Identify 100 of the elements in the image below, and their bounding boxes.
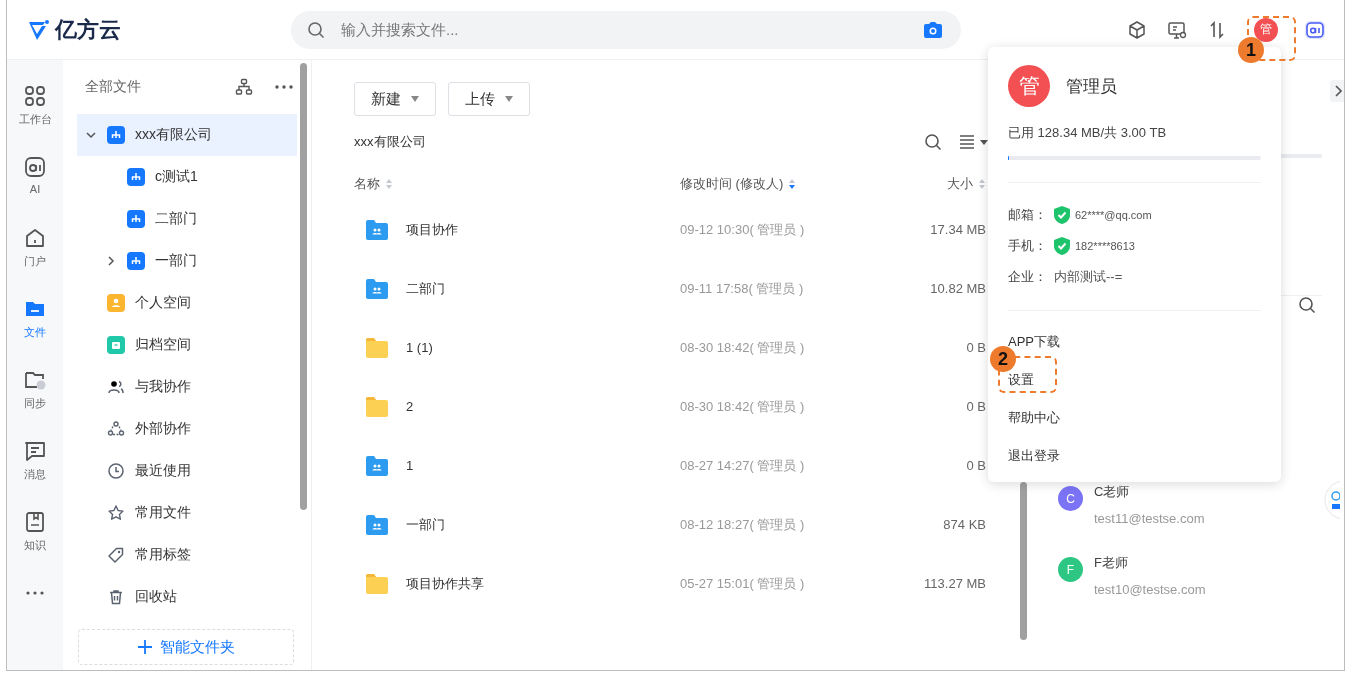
tree-item[interactable]: 归档空间 (77, 324, 297, 366)
star-icon (107, 504, 125, 522)
tree-item[interactable]: 常用文件 (77, 492, 297, 534)
tree-item[interactable]: 个人空间 (77, 282, 297, 324)
cube-icon[interactable] (1126, 18, 1148, 41)
column-header[interactable]: 修改时间 (修改人) (680, 175, 784, 193)
modified-time: 05-27 15:01( 管理员 ) (680, 574, 805, 593)
rail-item[interactable]: 工作台 (18, 84, 52, 140)
file-size: 874 KB (943, 517, 986, 532)
storage-usage: 已用 128.34 MB/共 3.00 TB (1008, 124, 1168, 142)
rail-item[interactable]: 知识 (23, 510, 47, 566)
menu-item[interactable]: 帮助中心 (1008, 399, 1060, 437)
archive-icon (107, 336, 125, 354)
search-icon[interactable] (1298, 296, 1316, 314)
chevron-icon (1334, 85, 1342, 97)
modified-time: 08-30 18:42( 管理员 ) (680, 397, 805, 416)
tree-item[interactable]: 外部协作 (77, 408, 297, 450)
tree-item[interactable]: 二部门 (77, 198, 297, 240)
add-smart-folder-button[interactable]: 智能文件夹 (78, 629, 294, 665)
people-icon (107, 378, 125, 396)
breadcrumb[interactable]: xxx有限公司 (354, 133, 924, 151)
tree-item[interactable]: 一部门 (77, 240, 297, 282)
tree-item[interactable]: xxx有限公司 (77, 114, 297, 156)
rail-item[interactable]: 同步 (23, 368, 47, 424)
tree-item[interactable]: c测试1 (77, 156, 297, 198)
verified-shield-icon (1054, 236, 1070, 255)
annotation-badge: 1 (1238, 37, 1264, 63)
file-size: 0 B (966, 340, 986, 355)
info-value: 182****8613 (1075, 239, 1135, 252)
shared-folder-icon (366, 219, 388, 240)
file-name[interactable]: 二部门 (406, 279, 445, 298)
network-icon (107, 420, 125, 438)
file-size: 10.82 MB (930, 281, 986, 296)
info-label: 企业： (1008, 267, 1048, 286)
chevron-icon[interactable] (85, 129, 97, 141)
tree-item[interactable]: 最近使用 (77, 450, 297, 492)
message-icon (23, 439, 47, 463)
menu-item[interactable]: 退出登录 (1008, 437, 1060, 475)
file-size: 113.27 MB (924, 576, 986, 591)
search-icon (307, 20, 325, 39)
file-size: 0 B (966, 458, 986, 473)
folder-icon (366, 573, 388, 594)
logo-icon (27, 17, 51, 42)
assistant-robot-icon[interactable] (1324, 480, 1340, 520)
rail-item[interactable]: AI (23, 155, 47, 211)
book-icon (23, 510, 47, 534)
modified-time: 09-12 10:30( 管理员 ) (680, 220, 805, 239)
sort-icon[interactable] (788, 178, 797, 190)
rail-item[interactable]: 文件 (23, 297, 47, 353)
hierarchy-icon[interactable] (235, 78, 253, 96)
modified-time: 08-27 14:27( 管理员 ) (680, 456, 805, 475)
tree-item[interactable]: 常用标签 (77, 534, 297, 576)
chevron-icon[interactable] (105, 255, 117, 267)
clock-icon (107, 462, 125, 480)
info-label: 手机： (1008, 236, 1048, 255)
org-icon (127, 168, 145, 186)
modified-time: 08-30 18:42( 管理员 ) (680, 338, 805, 357)
shared-folder-icon (366, 514, 388, 535)
search-field[interactable]: 输入并搜索文件... (291, 10, 961, 49)
expand-panel-button[interactable] (1330, 80, 1344, 102)
file-name[interactable]: 项目协作 (406, 220, 458, 239)
caret-icon (411, 96, 419, 102)
dropdown-button[interactable]: 上传 (448, 82, 530, 116)
more-icon (25, 591, 45, 595)
contact-avatar: C (1058, 486, 1083, 511)
file-name[interactable]: 项目协作共享 (406, 574, 484, 593)
org-icon (127, 210, 145, 228)
folder-icon (366, 337, 388, 358)
modified-time: 09-11 17:58( 管理员 ) (680, 279, 804, 298)
rail-item[interactable]: 消息 (23, 439, 47, 495)
rail-item[interactable]: 门户 (23, 226, 47, 282)
column-header[interactable]: 大小 (947, 175, 973, 193)
scrollbar[interactable] (1020, 482, 1027, 640)
file-name[interactable]: 2 (406, 399, 414, 414)
file-name[interactable]: 1 (1) (406, 340, 433, 355)
plus-icon (137, 640, 152, 654)
person-icon (107, 294, 125, 312)
org-icon (107, 126, 125, 144)
contact-avatar: F (1058, 557, 1083, 582)
info-label: 邮箱： (1008, 205, 1048, 224)
list-view-icon[interactable] (960, 135, 988, 149)
file-name[interactable]: 一部门 (406, 515, 445, 534)
file-name[interactable]: 1 (406, 458, 414, 473)
tree-item[interactable]: 回收站 (77, 576, 297, 618)
logo-text: 亿方云 (55, 15, 121, 44)
shared-folder-icon (366, 455, 388, 476)
dropdown-button[interactable]: 新建 (354, 82, 436, 116)
folder-icon (366, 396, 388, 417)
user-name: 管理员 (1066, 75, 1117, 98)
scrollbar[interactable] (300, 63, 307, 510)
tree-item[interactable]: 与我协作 (77, 366, 297, 408)
home-icon (23, 226, 47, 250)
more-icon[interactable] (275, 84, 293, 90)
file-size: 17.34 MB (930, 222, 986, 237)
modified-time: 08-12 18:27( 管理员 ) (680, 515, 805, 534)
ai-icon[interactable] (1304, 18, 1326, 41)
column-header[interactable]: 名称 (354, 175, 380, 193)
search-icon[interactable] (924, 133, 942, 151)
verified-shield-icon (1054, 205, 1070, 224)
panel-title: 全部文件 (85, 78, 142, 96)
